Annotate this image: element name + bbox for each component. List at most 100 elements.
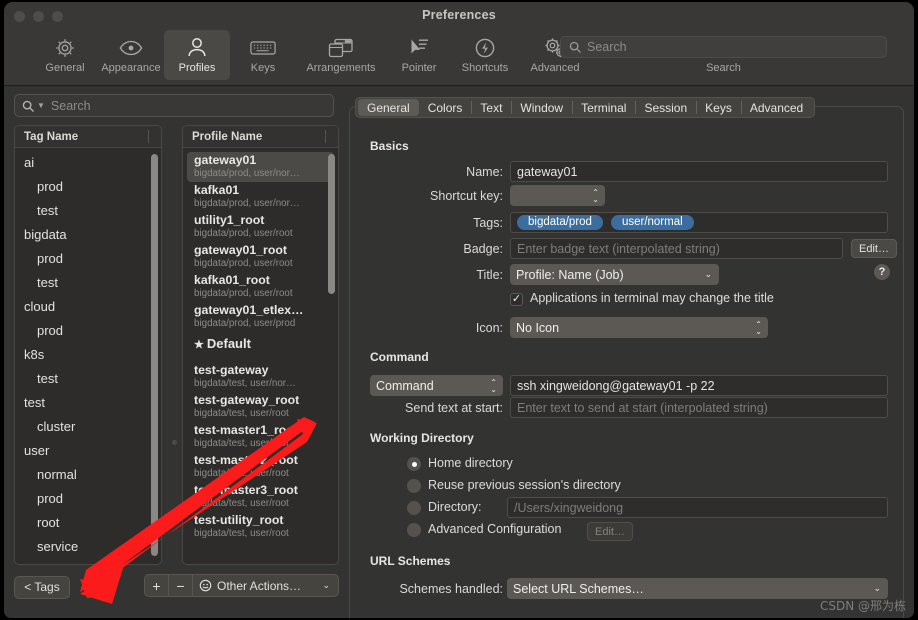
tab-advanced[interactable]: Advanced — [740, 99, 812, 116]
tag-row[interactable]: test — [15, 366, 161, 390]
radio-advanced-configuration[interactable] — [407, 523, 421, 537]
tag-row[interactable]: cloud — [15, 294, 161, 318]
tag-row[interactable]: service — [15, 534, 161, 558]
send-text-input[interactable]: Enter text to send at start (interpolate… — [510, 397, 888, 418]
tag-row[interactable]: user — [15, 438, 161, 462]
schemes-handled-popup[interactable]: Select URL Schemes… ⌄ — [507, 578, 888, 599]
tag-row[interactable]: test — [15, 270, 161, 294]
search-icon — [569, 41, 581, 53]
title-help-button[interactable]: ? — [874, 264, 890, 280]
profiles-column-header[interactable]: Profile Name — [183, 126, 338, 148]
toolbar-item-pointer[interactable]: Pointer — [386, 30, 452, 80]
title-change-checkbox[interactable]: ✓ — [510, 293, 523, 306]
toolbar-item-general[interactable]: General — [32, 30, 98, 80]
add-profile-button[interactable]: + — [145, 575, 169, 596]
tag-row[interactable]: root — [15, 510, 161, 534]
profile-tags: bigdata/prod, user/root — [194, 228, 293, 239]
tags-field[interactable]: bigdata/prod user/normal — [510, 212, 888, 233]
tag-chip[interactable]: bigdata/prod — [517, 215, 603, 230]
tab-terminal[interactable]: Terminal — [572, 99, 635, 116]
tag-row[interactable]: test — [15, 390, 161, 414]
tag-row[interactable]: prod — [15, 174, 161, 198]
profile-row[interactable]: test-master2_root bigdata/test, user/root — [187, 452, 334, 482]
chevron-down-icon[interactable]: ▼ — [37, 101, 45, 110]
profile-tags: bigdata/prod, user/prod — [194, 318, 296, 329]
tags-column-header[interactable]: Tag Name — [15, 126, 161, 148]
split-handle[interactable] — [172, 440, 177, 445]
tag-row[interactable]: cluster — [15, 414, 161, 438]
radio-reuse-previous[interactable] — [407, 479, 421, 493]
profile-tags: bigdata/test, user/root — [194, 438, 289, 449]
toolbar-item-appearance[interactable]: Appearance — [98, 30, 164, 80]
tag-row[interactable]: normal — [15, 462, 161, 486]
directory-input[interactable]: /Users/xingweidong — [507, 497, 888, 518]
profile-row[interactable]: test-gateway bigdata/test, user/nor… — [187, 362, 334, 392]
title-popup[interactable]: Profile: Name (Job) ⌄ — [510, 264, 719, 285]
profile-actions-segment[interactable]: + − Other Actions… ⌄ — [144, 574, 339, 597]
profile-row[interactable]: kafka01 bigdata/prod, user/nor… — [187, 182, 334, 212]
profiles-list[interactable]: gateway01 bigdata/prod, user/nor… kafka01 b… — [183, 148, 338, 564]
profile-tags: bigdata/prod, user/root — [194, 288, 293, 299]
tag-row[interactable]: prod — [15, 246, 161, 270]
toolbar-item-keys[interactable]: Keys — [230, 30, 296, 80]
command-input[interactable]: ssh xingweidong@gateway01 -p 22 — [510, 375, 888, 396]
profile-row[interactable]: gateway01 bigdata/prod, user/nor… — [187, 152, 334, 182]
toolbar-item-profiles[interactable]: Profiles — [164, 30, 230, 80]
profile-name: gateway01 — [194, 153, 257, 167]
tag-row[interactable]: bigdata — [15, 222, 161, 246]
tab-session[interactable]: Session — [635, 99, 696, 116]
column-divider[interactable] — [325, 130, 326, 143]
column-divider[interactable] — [148, 130, 149, 143]
toolbar-search-input[interactable]: Search — [560, 36, 887, 58]
title-label: Title: — [476, 268, 503, 282]
profile-row[interactable]: kafka01_root bigdata/prod, user/root — [187, 272, 334, 302]
tab-keys[interactable]: Keys — [696, 99, 741, 116]
tab-window[interactable]: Window — [511, 99, 572, 116]
tag-row[interactable]: test — [15, 198, 161, 222]
toolbar-item-arrangements[interactable]: Arrangements — [296, 30, 386, 80]
icon-popup[interactable]: No Icon ⌃ ⌄ — [510, 317, 768, 338]
toolbar-item-shortcuts[interactable]: Shortcuts — [452, 30, 518, 80]
tag-label: prod — [37, 490, 64, 506]
radio-home-directory[interactable] — [407, 457, 421, 471]
back-to-tags-button[interactable]: < Tags — [14, 575, 70, 599]
tab-text[interactable]: Text — [471, 99, 511, 116]
profile-row[interactable]: test-gateway_root bigdata/test, user/root — [187, 392, 334, 422]
profile-row[interactable]: test-master1_root bigdata/test, user/root — [187, 422, 334, 452]
actions-gear-icon — [199, 579, 212, 592]
profiles-header-label: Profile Name — [192, 130, 263, 143]
badge-input[interactable]: Enter badge text (interpolated string) — [510, 238, 843, 259]
badge-edit-button[interactable]: Edit… — [851, 239, 897, 258]
toolbar-search-placeholder: Search — [587, 40, 627, 54]
profile-row[interactable]: test-master3_root bigdata/test, user/root — [187, 482, 334, 512]
tag-row[interactable]: k8s — [15, 342, 161, 366]
profiles-scrollbar[interactable] — [328, 154, 335, 294]
name-input[interactable]: gateway01 — [510, 161, 888, 182]
other-actions-button[interactable]: Other Actions… ⌄ — [193, 575, 338, 596]
tag-row[interactable]: prod — [15, 318, 161, 342]
advanced-configuration-edit-button[interactable]: Edit… — [587, 522, 633, 541]
title-value: Profile: Name (Job) — [516, 267, 624, 282]
profile-row[interactable]: ★ Default — [187, 332, 334, 362]
radio-directory[interactable] — [407, 501, 421, 515]
detail-tabs[interactable]: General Colors Text Window Terminal Session Ke… — [355, 97, 816, 118]
tags-scrollbar[interactable] — [151, 154, 158, 556]
tab-general[interactable]: General — [358, 99, 419, 116]
profile-row[interactable]: test-utility_root bigdata/test, user/root — [187, 512, 334, 542]
profile-row[interactable]: gateway01_etlex… bigdata/prod, user/prod — [187, 302, 334, 332]
tag-row[interactable]: prod — [15, 486, 161, 510]
icon-value: No Icon — [516, 320, 560, 335]
tags-list[interactable]: ai prod test bigdata prod test cloud prod k8s tes… — [15, 148, 161, 564]
profile-row[interactable]: utility1_root bigdata/prod, user/root — [187, 212, 334, 242]
chevron-down-icon: ⌄ — [873, 583, 881, 593]
tag-label: test — [37, 274, 58, 290]
profile-row[interactable]: gateway01_root bigdata/prod, user/root — [187, 242, 334, 272]
remove-profile-button[interactable]: − — [169, 575, 193, 596]
sidebar-search-input[interactable]: ▼ Search — [14, 94, 334, 117]
tab-colors[interactable]: Colors — [419, 99, 472, 116]
tag-row[interactable]: ai — [15, 150, 161, 174]
tag-chip[interactable]: user/normal — [610, 215, 694, 230]
shortcut-key-popup[interactable]: ⌃ ⌄ — [510, 185, 605, 206]
preferences-toolbar: General Appearance Profiles Keys Arrange… — [4, 30, 914, 86]
command-type-popup[interactable]: Command ⌃ ⌄ — [370, 375, 503, 396]
